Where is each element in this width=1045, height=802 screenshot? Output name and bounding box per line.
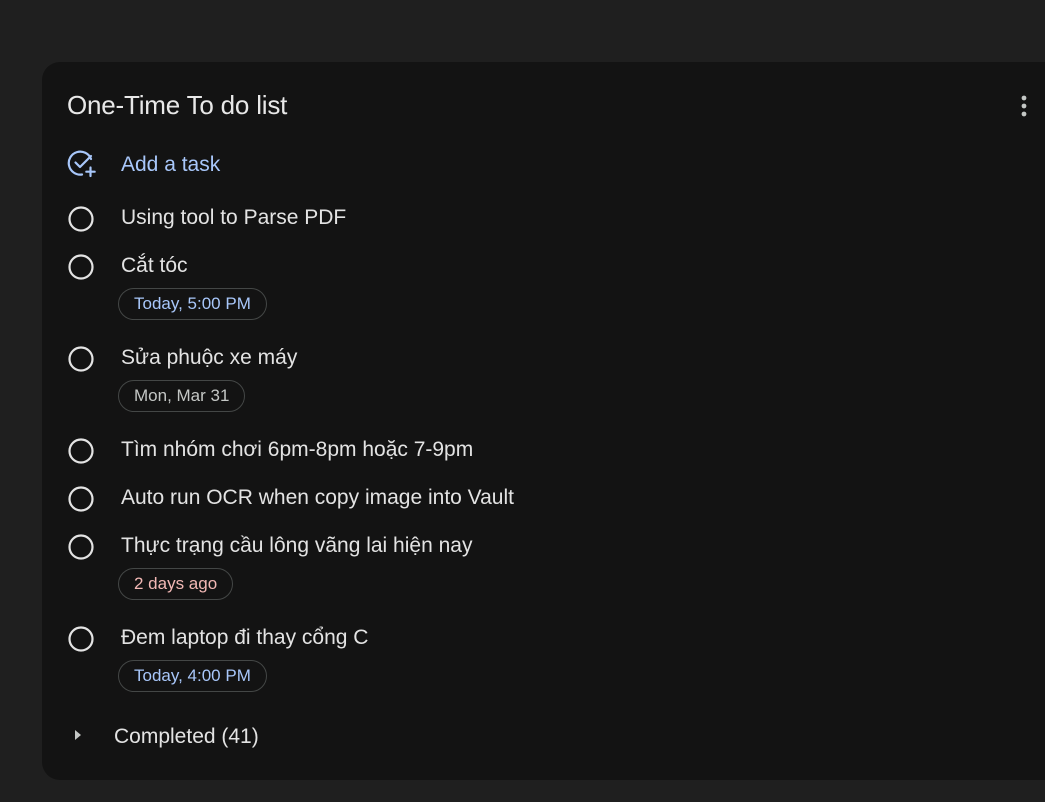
task-title[interactable]: Thực trạng cầu lông vãng lai hiện nay: [121, 534, 472, 558]
task-checkbox-circle-icon[interactable]: [67, 437, 95, 465]
expand-arrow-icon: [72, 728, 84, 747]
task-title[interactable]: Đem laptop đi thay cổng C: [121, 626, 368, 650]
task-list-card: One-Time To do list Add a task Using too…: [42, 62, 1045, 780]
task-title[interactable]: Using tool to Parse PDF: [121, 206, 346, 230]
more-vert-icon[interactable]: [1012, 92, 1036, 120]
task-title[interactable]: Sửa phuộc xe máy: [121, 346, 297, 370]
task-checkbox-circle-icon[interactable]: [67, 533, 95, 561]
task-checkbox-circle-icon[interactable]: [67, 205, 95, 233]
task-checkbox-circle-icon[interactable]: [67, 485, 95, 513]
task-title[interactable]: Cắt tóc: [121, 254, 188, 278]
add-task-label: Add a task: [121, 153, 221, 176]
completed-label: Completed (41): [114, 725, 259, 748]
add-task-icon: [67, 148, 97, 183]
add-task-button[interactable]: Add a task: [67, 150, 220, 180]
due-date-chip[interactable]: Mon, Mar 31: [118, 380, 246, 412]
task-title[interactable]: Tìm nhóm chơi 6pm-8pm hoặc 7-9pm: [121, 438, 473, 462]
task-title[interactable]: Auto run OCR when copy image into Vault: [121, 486, 514, 510]
list-title: One-Time To do list: [67, 90, 288, 120]
task-checkbox-circle-icon[interactable]: [67, 253, 95, 281]
completed-section-toggle[interactable]: Completed (41): [72, 722, 259, 752]
due-date-chip[interactable]: 2 days ago: [118, 568, 234, 600]
task-checkbox-circle-icon[interactable]: [67, 345, 95, 373]
task-checkbox-circle-icon[interactable]: [67, 625, 95, 653]
due-date-chip[interactable]: Today, 4:00 PM: [118, 660, 267, 692]
due-date-chip[interactable]: Today, 5:00 PM: [118, 288, 267, 320]
